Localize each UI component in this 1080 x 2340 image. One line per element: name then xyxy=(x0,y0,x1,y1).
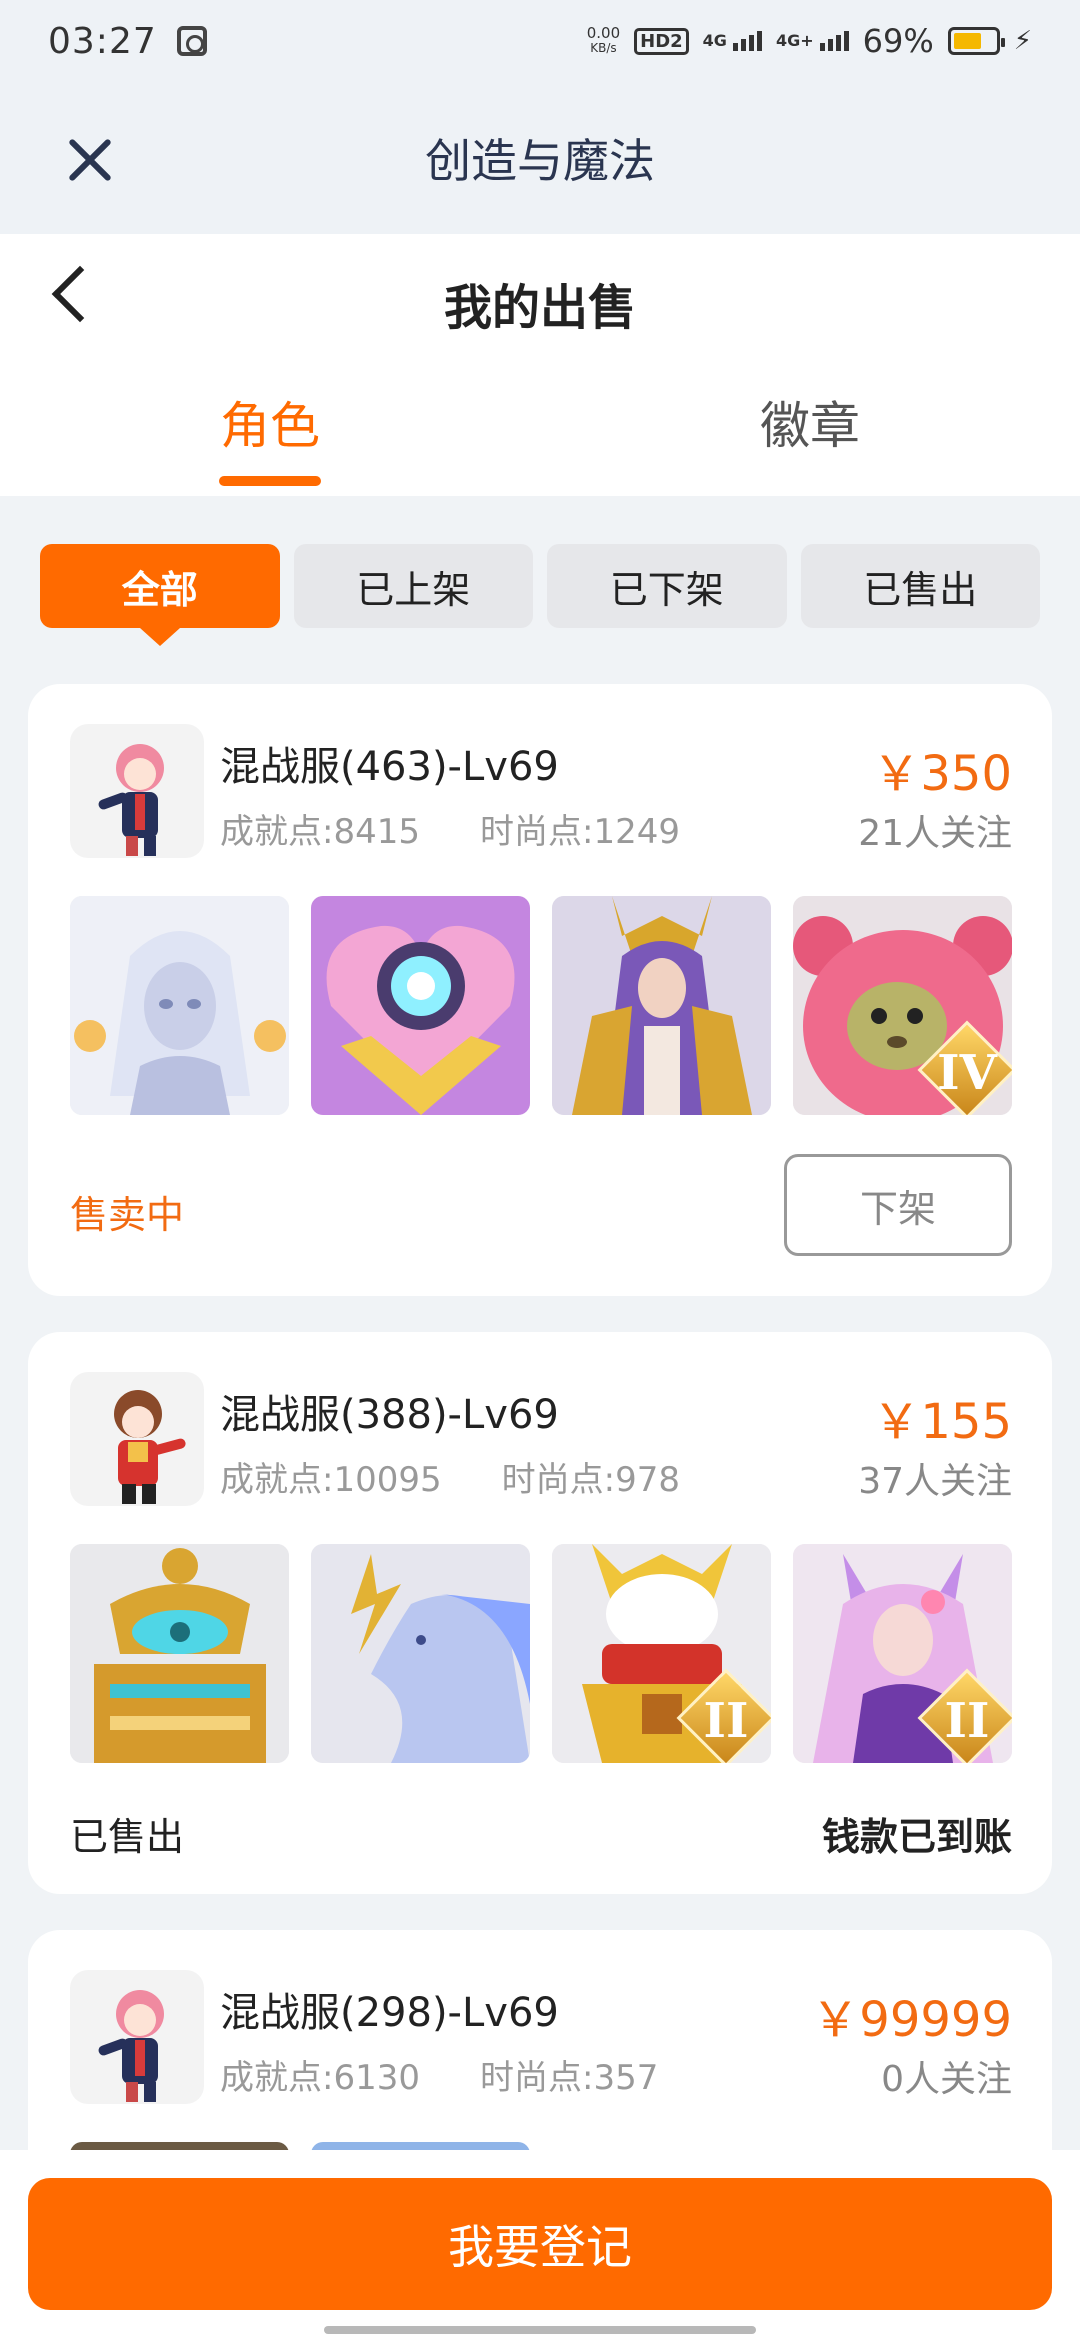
achievement-points: 成就点:10095 xyxy=(220,1460,442,1500)
app-title: 创造与魔法 xyxy=(425,134,655,188)
tab-badge-label: 徽章 xyxy=(760,397,860,455)
filter-chips: 全部 已上架 已下架 已售出 xyxy=(40,544,1040,646)
golden-armor-thumbnail[interactable]: II xyxy=(552,1544,771,1763)
app-bar: 创造与魔法 xyxy=(0,82,1080,234)
status-time: 03:27 xyxy=(48,20,157,62)
red-outfit-character-icon xyxy=(114,1390,186,1504)
tab-badge[interactable]: 徽章 xyxy=(540,384,1080,496)
home-indicator[interactable] xyxy=(324,2326,756,2334)
listing-title: 混战服(298)-Lv69 xyxy=(220,1990,559,2036)
page-header: 我的出售 角色 徽章 xyxy=(0,234,1080,496)
fashion-points: 时尚点:978 xyxy=(501,1460,680,1500)
listing-card[interactable]: 混战服(463)-Lv69 成就点:8415 时尚点:1249 ￥350 21人… xyxy=(28,684,1052,1296)
fashion-points: 时尚点:357 xyxy=(479,2058,659,2098)
golden-throne-thumbnail[interactable] xyxy=(70,1544,289,1763)
listing-price: ￥155 xyxy=(872,1394,1012,1450)
pink-hair-character-icon xyxy=(98,1990,164,2102)
filter-delisted[interactable]: 已下架 xyxy=(547,544,787,628)
network-speed-unit: KB/s xyxy=(590,41,617,55)
battery-icon xyxy=(947,27,1005,55)
lightning-horse-image xyxy=(311,1544,530,1763)
fashion-points: 时尚点:1249 xyxy=(479,812,680,852)
tab-role-label: 角色 xyxy=(220,397,320,455)
network-speed: 0.00 KB/s xyxy=(587,26,620,56)
status-indicators: 0.00 KB/s HD2 4G 4G+ 69% ⚡ xyxy=(587,22,1032,60)
lightning-horse-thumbnail[interactable] xyxy=(311,1544,530,1763)
golden-throne-image xyxy=(70,1544,289,1763)
pink-bear-thumbnail[interactable]: IV xyxy=(793,896,1012,1115)
tier-badge-label: II xyxy=(703,1693,749,1749)
tab-role[interactable]: 角色 xyxy=(0,384,540,496)
white-fairy-image xyxy=(70,896,289,1115)
filter-listed[interactable]: 已上架 xyxy=(293,544,533,628)
followers-count: 0人关注 xyxy=(881,2059,1012,2100)
golden-priestess-thumbnail[interactable] xyxy=(552,896,771,1115)
heart-emblem-thumbnail[interactable] xyxy=(311,896,530,1115)
pink-hair-character-icon xyxy=(98,744,164,856)
delist-button[interactable]: 下架 xyxy=(784,1154,1012,1256)
tab-active-underline xyxy=(219,476,321,486)
thumbnail-row: IV xyxy=(70,896,1012,1115)
tab-bar: 角色 徽章 xyxy=(0,384,1080,496)
listing-status: 售卖中 xyxy=(70,1193,185,1237)
achievement-points: 成就点:6130 xyxy=(220,2058,420,2098)
signal-sim1-icon: 4G xyxy=(703,31,762,51)
listing-price: ￥350 xyxy=(872,746,1012,802)
payment-received-note: 钱款已到账 xyxy=(821,1815,1012,1859)
sim2-label: 4G+ xyxy=(775,31,814,50)
thumbnail-row: II II xyxy=(70,1544,1012,1763)
filter-all[interactable]: 全部 xyxy=(40,544,280,646)
tier-badge-label: IV xyxy=(937,1045,997,1101)
charging-bolt-icon: ⚡ xyxy=(1013,26,1032,56)
notification-app-icon xyxy=(176,26,207,56)
followers-count: 21人关注 xyxy=(858,813,1012,854)
status-bar: 03:27 0.00 KB/s HD2 4G 4G+ 69% ⚡ xyxy=(0,0,1080,82)
listing-status: 已售出 xyxy=(70,1815,185,1859)
character-avatar xyxy=(70,724,204,858)
battery-percent: 69% xyxy=(862,22,934,60)
listing-title: 混战服(388)-Lv69 xyxy=(220,1392,559,1438)
listing-title: 混战服(463)-Lv69 xyxy=(220,744,559,790)
sim1-label: 4G xyxy=(702,31,727,50)
achievement-points: 成就点:8415 xyxy=(220,812,420,852)
hd-voice-icon: HD2 xyxy=(634,27,689,55)
listing-card[interactable]: 混战服(388)-Lv69 成就点:10095 时尚点:978 ￥155 37人… xyxy=(28,1332,1052,1894)
register-button[interactable]: 我要登记 xyxy=(28,2178,1052,2310)
listing-stats: 成就点:8415 时尚点:1249 xyxy=(220,804,680,853)
golden-priestess-image xyxy=(552,896,771,1115)
filter-sold[interactable]: 已售出 xyxy=(800,544,1040,628)
page-title: 我的出售 xyxy=(443,280,636,336)
white-fairy-thumbnail[interactable] xyxy=(70,896,289,1115)
tier-badge-label: II xyxy=(944,1693,990,1749)
close-icon[interactable] xyxy=(60,130,120,190)
signal-sim2-icon: 4G+ xyxy=(776,31,849,51)
listing-stats: 成就点:6130 时尚点:357 xyxy=(220,2050,658,2099)
character-avatar xyxy=(70,1372,204,1506)
network-speed-value: 0.00 xyxy=(586,24,621,42)
character-avatar xyxy=(70,1970,204,2104)
listing-price: ￥99999 xyxy=(811,1992,1012,2048)
listing-stats: 成就点:10095 时尚点:978 xyxy=(220,1452,680,1501)
heart-emblem-image xyxy=(311,896,530,1115)
pink-fox-girl-thumbnail[interactable]: II xyxy=(793,1544,1012,1763)
followers-count: 37人关注 xyxy=(858,1461,1012,1502)
